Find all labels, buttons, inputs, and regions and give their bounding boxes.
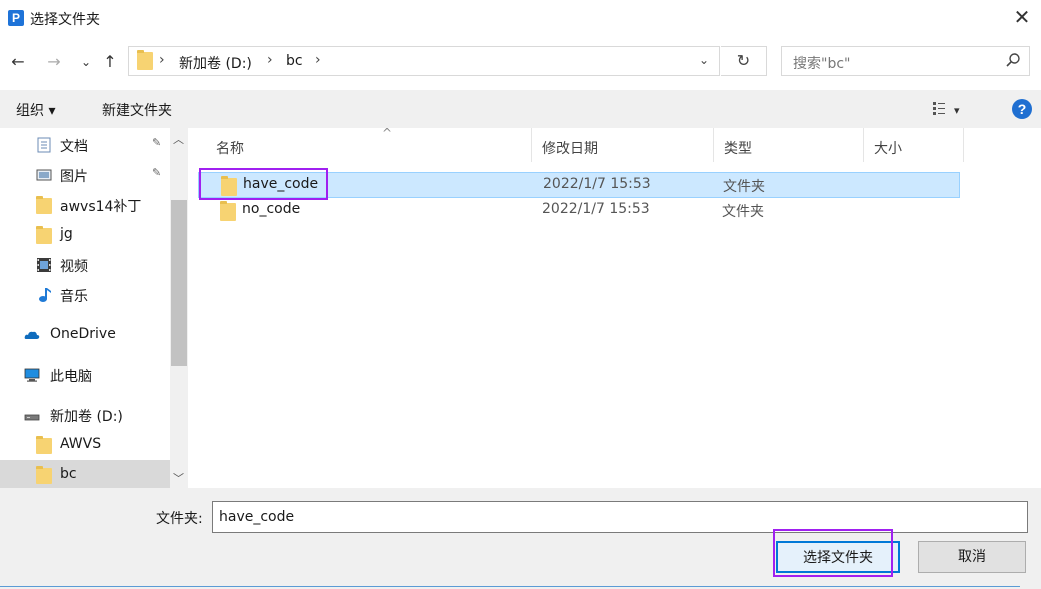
- sidebar-item-onedrive[interactable]: OneDrive: [0, 320, 170, 350]
- column-header-date[interactable]: 修改日期: [532, 128, 714, 162]
- title-bar: P 选择文件夹 ✕: [0, 0, 1041, 36]
- up-button[interactable]: ↑: [98, 50, 122, 74]
- view-options-icon[interactable]: ▾: [932, 100, 964, 118]
- annotation-highlight: [199, 168, 328, 200]
- file-type: 文件夹: [723, 179, 765, 195]
- file-date: 2022/1/7 15:53: [542, 201, 650, 217]
- svg-text:▾: ▾: [954, 104, 960, 117]
- file-list: 名称 ^ 修改日期 类型 大小 have_code 2022/1/7 15:53…: [188, 126, 1041, 488]
- onedrive-icon: [24, 331, 40, 339]
- sidebar-item-label: 图片: [60, 169, 88, 185]
- cancel-button[interactable]: 取消: [918, 541, 1026, 573]
- address-dropdown-icon[interactable]: ⌄: [699, 53, 709, 67]
- navigation-pane: 文档 ✎ 图片 ✎ awvs14补丁 jg 视频 音乐 OneDrive 此电脑…: [0, 128, 188, 488]
- sidebar-item-documents[interactable]: 文档 ✎: [0, 130, 170, 160]
- sidebar-item-label: 音乐: [60, 289, 88, 305]
- sidebar-item-label: bc: [60, 466, 77, 482]
- navigation-scrollbar[interactable]: ︿ ﹀: [170, 128, 188, 488]
- file-date: 2022/1/7 15:53: [543, 176, 651, 192]
- computer-icon: [24, 368, 40, 382]
- pin-icon: ✎: [152, 136, 162, 149]
- sidebar-item-jg[interactable]: jg: [0, 220, 170, 250]
- search-icon[interactable]: [1005, 52, 1021, 68]
- sidebar-item-awvs14[interactable]: awvs14补丁: [0, 190, 170, 220]
- back-button[interactable]: ←: [6, 50, 30, 74]
- recent-locations-button[interactable]: ⌄: [74, 50, 98, 74]
- sidebar-item-music[interactable]: 音乐: [0, 280, 170, 310]
- column-header-label: 修改日期: [542, 141, 598, 157]
- sidebar-item-label: 文档: [60, 139, 88, 155]
- sidebar-item-label: jg: [60, 226, 73, 242]
- sidebar-item-bc[interactable]: bc: [0, 460, 170, 488]
- breadcrumb-separator[interactable]: ›: [159, 52, 165, 68]
- address-bar[interactable]: › 新加卷 (D:) › bc › ⌄: [128, 46, 720, 76]
- sidebar-item-awvs[interactable]: AWVS: [0, 430, 170, 460]
- sidebar-item-label: 新加卷 (D:): [50, 409, 123, 425]
- dialog-title: 选择文件夹: [30, 12, 100, 28]
- folder-icon: [137, 50, 153, 70]
- file-type: 文件夹: [722, 204, 764, 220]
- sidebar-item-label: 此电脑: [50, 369, 92, 385]
- scrollbar-thumb[interactable]: [171, 200, 187, 366]
- navigation-bar: ← → ⌄ ↑ › 新加卷 (D:) › bc › ⌄ ↻ 搜索"bc": [0, 44, 1041, 80]
- column-header-label: 名称: [216, 141, 244, 157]
- refresh-button[interactable]: ↻: [721, 46, 767, 76]
- breadcrumb-drive[interactable]: 新加卷 (D:): [179, 53, 252, 73]
- breadcrumb-bc[interactable]: bc: [286, 53, 303, 69]
- organize-button[interactable]: 组织 ▾: [16, 100, 55, 120]
- breadcrumb-separator[interactable]: ›: [267, 52, 273, 68]
- sidebar-item-label: awvs14补丁: [60, 199, 142, 215]
- toolbar: 组织 ▾ 新建文件夹 ▾ ?: [0, 90, 1041, 128]
- sort-ascending-icon: ^: [382, 126, 393, 140]
- sidebar-item-label: OneDrive: [50, 326, 116, 342]
- sidebar-item-label: 视频: [60, 259, 88, 275]
- column-header-label: 大小: [874, 141, 902, 157]
- sidebar-item-drive-d[interactable]: 新加卷 (D:): [0, 400, 170, 430]
- divider: [0, 586, 1020, 587]
- file-name: no_code: [242, 201, 301, 217]
- folder-icon: [36, 436, 52, 454]
- folder-label: 文件夹:: [156, 511, 203, 527]
- footer-panel: 文件夹: have_code 选择文件夹 取消: [0, 488, 1041, 589]
- folder-name-input[interactable]: have_code: [212, 501, 1028, 533]
- pin-icon: ✎: [152, 166, 162, 179]
- new-folder-button[interactable]: 新建文件夹: [102, 100, 172, 120]
- column-header-name[interactable]: 名称 ^: [206, 126, 532, 162]
- sidebar-item-pictures[interactable]: 图片 ✎: [0, 160, 170, 190]
- close-button[interactable]: ✕: [1009, 4, 1035, 30]
- search-input[interactable]: 搜索"bc": [793, 53, 850, 73]
- column-header-label: 类型: [724, 141, 752, 157]
- annotation-highlight: [773, 529, 893, 577]
- folder-icon: [220, 201, 236, 221]
- picture-icon: [36, 169, 52, 181]
- scroll-down-icon[interactable]: ﹀: [173, 470, 184, 486]
- table-row[interactable]: no_code 2022/1/7 15:53 文件夹: [198, 198, 960, 224]
- music-icon: [39, 288, 51, 302]
- scroll-up-icon[interactable]: ︿: [173, 131, 184, 147]
- forward-button[interactable]: →: [42, 50, 66, 74]
- breadcrumb-separator[interactable]: ›: [315, 52, 321, 68]
- column-header-type[interactable]: 类型: [714, 128, 864, 162]
- video-icon: [37, 258, 51, 272]
- help-icon[interactable]: ?: [1012, 99, 1032, 119]
- sidebar-item-this-pc[interactable]: 此电脑: [0, 360, 170, 390]
- drive-icon: [24, 414, 40, 421]
- column-header-size[interactable]: 大小: [864, 128, 964, 162]
- folder-icon: [36, 196, 52, 214]
- sidebar-item-videos[interactable]: 视频: [0, 250, 170, 280]
- document-icon: [37, 137, 51, 153]
- folder-icon: [36, 226, 52, 244]
- search-box[interactable]: 搜索"bc": [781, 46, 1030, 76]
- folder-icon: [36, 466, 52, 484]
- app-icon: P: [8, 10, 24, 26]
- sidebar-item-label: AWVS: [60, 436, 102, 452]
